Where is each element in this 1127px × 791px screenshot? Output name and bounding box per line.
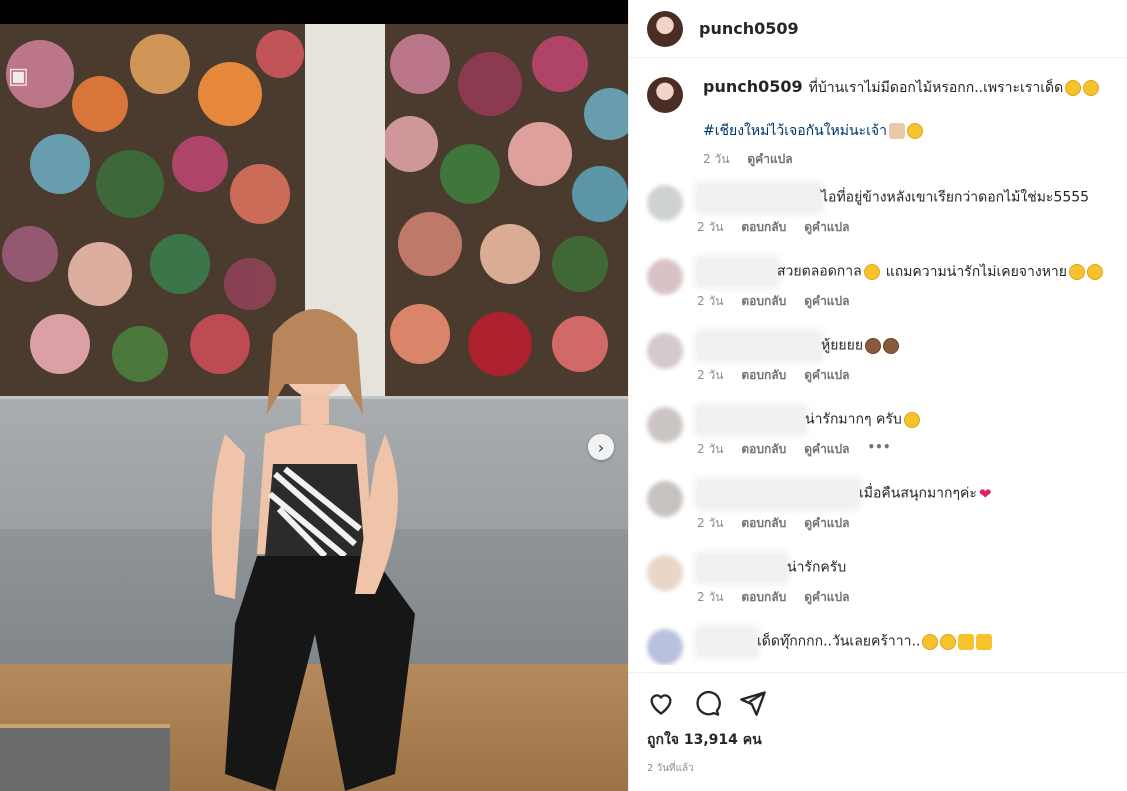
- post-photo[interactable]: ▣ ›: [0, 24, 628, 791]
- woman-figure: [211, 309, 415, 791]
- commenter-username-blurred[interactable]: [697, 627, 757, 656]
- caption-avatar[interactable]: [647, 77, 683, 113]
- author-avatar[interactable]: [647, 10, 683, 47]
- commenter-avatar[interactable]: [647, 629, 683, 665]
- share-icon[interactable]: [739, 689, 767, 717]
- commenter-username-blurred[interactable]: [697, 479, 859, 508]
- smiley-emoji-icon: [922, 633, 939, 650]
- smiley-emoji-icon: [1069, 263, 1085, 280]
- commenter-username-blurred[interactable]: [697, 331, 821, 360]
- commenter-avatar[interactable]: [647, 333, 683, 369]
- comment-row: น่ารักมากๆ ครับ 2 วัน ตอบกลับ ดูคำแปล •••: [629, 405, 1127, 479]
- comment-time: 2 วัน: [697, 293, 724, 308]
- chevron-right-icon: ›: [597, 437, 605, 457]
- caption-hashtag[interactable]: #เชียงใหม่ไว้เจอกันใหม่นะเจ้า: [703, 120, 887, 142]
- post-caption: punch0509 ที่บ้านเราไม่มีดอกไม้หรอกก..เพร…: [629, 59, 1127, 183]
- comment-row: ไอที่อยู่ข้างหลังเขาเรียกว่าดอกไม้ใช่มะ5…: [629, 183, 1127, 257]
- monkey-emoji-icon: [883, 337, 900, 354]
- comment-text-continued: แถมความน่ารักไม่เคยจางหาย: [885, 263, 1067, 280]
- post-timestamp: 2 วันที่แล้ว: [647, 763, 694, 774]
- reply-button[interactable]: ตอบกลับ: [741, 440, 786, 459]
- thumbs-up-emoji-icon: [976, 633, 993, 650]
- commenter-username-blurred[interactable]: [697, 553, 787, 582]
- caption-time: 2 วัน: [703, 152, 730, 166]
- post-sidebar: punch0509 punch0509 ที่บ้านเราไม่มีดอกไม้…: [628, 0, 1127, 791]
- comment-row: หู้ยยยย 2 วัน ตอบกลับ ดูคำแปล: [629, 331, 1127, 405]
- comment-row: เมื่อคืนสนุกมากๆค่ะ ❤ 2 วัน ตอบกลับ ดูคำแปล: [629, 479, 1127, 553]
- comment-text: หู้ยยยย: [821, 337, 864, 354]
- reply-button[interactable]: ตอบกลับ: [741, 366, 786, 385]
- comment-text: น่ารักครับ: [787, 559, 847, 576]
- reply-button[interactable]: ตอบกลับ: [741, 292, 786, 311]
- coffee-table: [0, 724, 170, 791]
- comment-icon[interactable]: [693, 689, 721, 717]
- caption-text: ที่บ้านเราไม่มีดอกไม้หรอกก..เพราะเราเด็ด: [808, 80, 1064, 96]
- comment-time: 2 วัน: [697, 441, 724, 456]
- commenter-avatar[interactable]: [647, 555, 683, 591]
- comment-row: น่ารักครับ 2 วัน ตอบกลับ ดูคำแปล: [629, 553, 1127, 627]
- comment-row: เด็ดทุ๊กกกก..วันเลยคร้าาา.. 2 วัน ตอบกลับ ด…: [629, 627, 1127, 665]
- comment-time: 2 วัน: [697, 219, 724, 234]
- more-options-icon[interactable]: •••: [868, 440, 891, 459]
- smiley-emoji-icon: [940, 633, 957, 650]
- translate-button[interactable]: ดูคำแปล: [804, 440, 849, 459]
- commenter-avatar[interactable]: [647, 259, 683, 295]
- commenter-avatar[interactable]: [647, 407, 683, 443]
- commenter-username-blurred[interactable]: [697, 405, 805, 434]
- comment-row: สวยตลอดกาล แถมความน่ารักไม่เคยจางหาย 2 วัน…: [629, 257, 1127, 331]
- post-footer: ถูกใจ 13,914 คน 2 วันที่แล้ว: [629, 672, 1127, 791]
- star-eyes-emoji-icon: [906, 122, 923, 139]
- commenter-avatar[interactable]: [647, 185, 683, 221]
- smiley-emoji-icon: [903, 411, 920, 428]
- reply-button[interactable]: ตอบกลับ: [741, 218, 786, 237]
- comment-time: 2 วัน: [697, 515, 724, 530]
- translate-button[interactable]: ดูคำแปล: [804, 292, 849, 311]
- comment-text: ไอที่อยู่ข้างหลังเขาเรียกว่าดอกไม้ใช่มะ5…: [821, 189, 1090, 206]
- commenter-username-blurred[interactable]: [697, 183, 821, 212]
- commenter-username-blurred[interactable]: [697, 257, 777, 286]
- smiley-emoji-icon: [1087, 263, 1103, 280]
- translate-button[interactable]: ดูคำแปล: [804, 218, 849, 237]
- monkey-emoji-icon: [865, 337, 882, 354]
- comment-text: เด็ดทุ๊กกกก..วันเลยคร้าาา..: [757, 633, 921, 650]
- comment-time: 2 วัน: [697, 589, 724, 604]
- smiley-emoji-icon: [863, 263, 880, 280]
- comment-time: 2 วัน: [697, 662, 723, 666]
- reply-button[interactable]: ตอบกลับ: [741, 514, 786, 533]
- translate-button[interactable]: ดูคำแปล: [804, 662, 849, 666]
- translate-button[interactable]: ดูคำแปล: [804, 514, 849, 533]
- commenter-avatar[interactable]: [647, 481, 683, 517]
- comments-list[interactable]: punch0509 ที่บ้านเราไม่มีดอกไม้หรอกก..เพร…: [629, 59, 1127, 665]
- pray-emoji-icon: [888, 122, 905, 139]
- heart-icon[interactable]: [647, 689, 675, 717]
- next-photo-button[interactable]: ›: [588, 434, 614, 460]
- squint-laugh-emoji-icon: [1065, 80, 1082, 96]
- translate-button[interactable]: ดูคำแปล: [804, 366, 849, 385]
- heart-emoji-icon: ❤: [978, 484, 992, 503]
- multi-photo-icon: ▣: [8, 64, 29, 89]
- comment-text: เมื่อคืนสนุกมากๆค่ะ: [859, 485, 977, 502]
- comment-time: 2 วัน: [697, 367, 724, 382]
- thumbs-up-emoji-icon: [958, 633, 975, 650]
- author-username[interactable]: punch0509: [699, 19, 799, 38]
- reply-button[interactable]: ตอบกลับ: [741, 588, 786, 607]
- comment-text: สวยตลอดกาล: [777, 263, 862, 280]
- comment-text: น่ารักมากๆ ครับ: [805, 411, 902, 428]
- translate-button[interactable]: ดูคำแปล: [804, 588, 849, 607]
- reply-button[interactable]: ตอบกลับ: [741, 662, 786, 666]
- like-count[interactable]: ถูกใจ 13,914 คน: [647, 729, 1110, 751]
- grin-emoji-icon: [1083, 80, 1100, 96]
- post-header: punch0509: [629, 0, 1127, 58]
- post-photo-pane: ▣ ›: [0, 0, 628, 791]
- caption-username[interactable]: punch0509: [703, 77, 803, 96]
- caption-translate-button[interactable]: ดูคำแปล: [747, 150, 792, 169]
